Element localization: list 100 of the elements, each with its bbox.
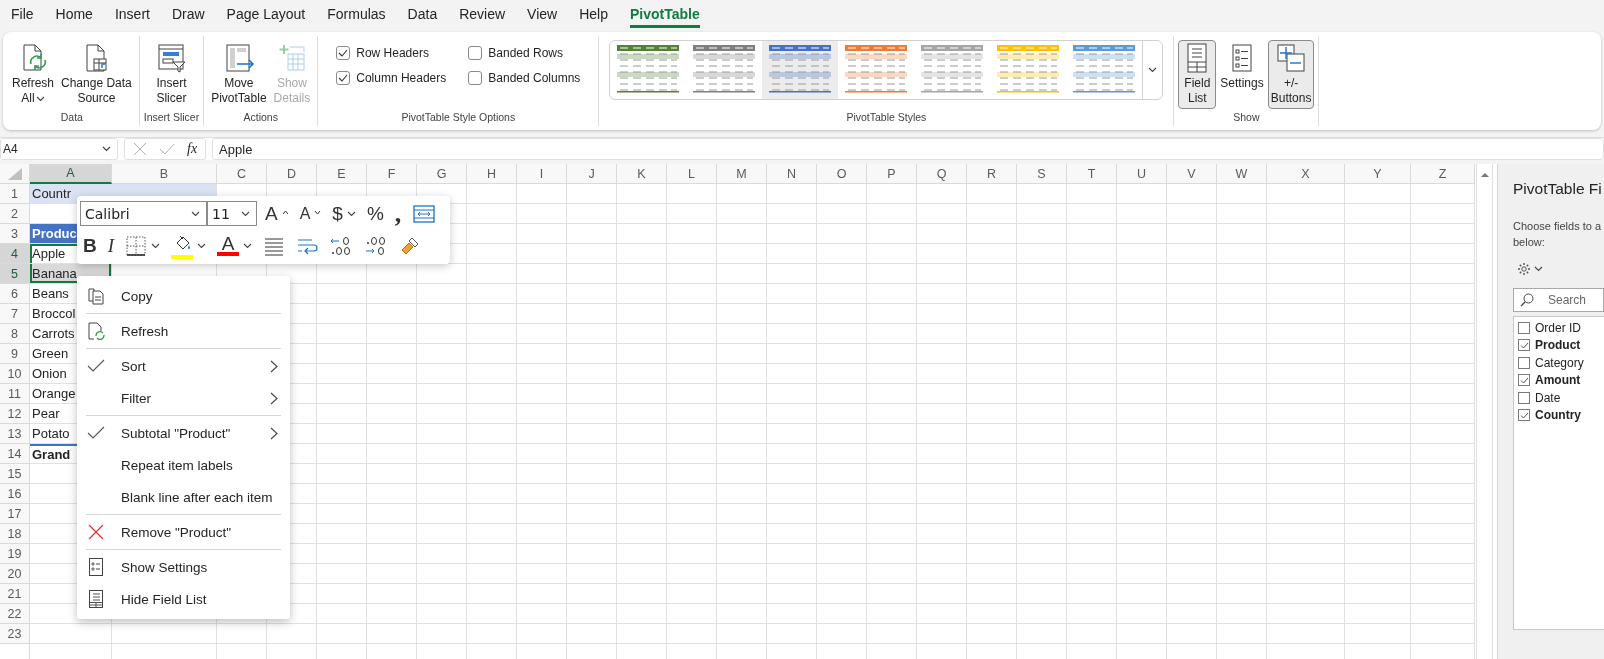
menu-item[interactable]: Refresh [77, 315, 290, 347]
menu-item[interactable]: Sort [77, 350, 290, 382]
row-header[interactable]: 2 [0, 204, 30, 224]
column-header[interactable]: Q [917, 164, 967, 184]
tools-button[interactable] [1517, 262, 1543, 276]
column-header[interactable]: P [867, 164, 917, 184]
option-checkbox[interactable]: Banded Columns [468, 65, 581, 90]
column-header[interactable]: L [667, 164, 717, 184]
field-item[interactable]: Product [1518, 336, 1581, 354]
row-header[interactable]: 12 [0, 404, 30, 424]
checkbox[interactable] [1518, 409, 1530, 422]
field-item[interactable]: Country [1518, 406, 1581, 424]
row-header[interactable]: 23 [0, 624, 30, 644]
column-header[interactable]: K [617, 164, 667, 184]
row-header[interactable]: 22 [0, 604, 30, 624]
column-header[interactable]: C [217, 164, 267, 184]
column-header[interactable]: H [467, 164, 517, 184]
search-field[interactable]: Search [1513, 288, 1604, 312]
row-header[interactable]: 3 [0, 224, 30, 244]
menu-item[interactable]: Show Settings [77, 551, 290, 583]
checkbox[interactable] [1518, 356, 1530, 369]
menu-tab[interactable]: Formulas [316, 0, 397, 28]
ribbon-button[interactable]: Insert Slicer [152, 40, 191, 109]
checkbox[interactable] [1518, 374, 1530, 387]
row-header[interactable]: 6 [0, 284, 30, 304]
field-item[interactable]: Amount [1518, 371, 1581, 389]
row-header[interactable]: 18 [0, 524, 30, 544]
ribbon-button[interactable]: Settings [1217, 40, 1267, 94]
row-header[interactable]: 9 [0, 344, 30, 364]
row-header[interactable]: 11 [0, 384, 30, 404]
menu-item[interactable]: Blank line after each item [77, 481, 290, 513]
ribbon-button[interactable]: +/- Buttons [1267, 40, 1315, 109]
row-header[interactable]: 7 [0, 304, 30, 324]
column-header[interactable]: F [367, 164, 417, 184]
option-checkbox[interactable]: Column Headers [336, 65, 447, 90]
column-header[interactable]: B [112, 164, 217, 184]
menu-item[interactable]: Hide Field List [77, 583, 290, 615]
column-header[interactable]: N [767, 164, 817, 184]
ribbon-button[interactable]: Refresh All [9, 40, 58, 109]
checkbox[interactable] [336, 45, 351, 60]
column-header[interactable]: J [567, 164, 617, 184]
column-header[interactable]: Y [1345, 164, 1411, 184]
row-header[interactable]: 17 [0, 504, 30, 524]
cancel-icon[interactable] [133, 142, 147, 156]
row-header[interactable]: 20 [0, 564, 30, 584]
checkbox[interactable] [468, 45, 483, 60]
row-header[interactable]: 21 [0, 584, 30, 604]
option-checkbox[interactable]: Banded Rows [468, 40, 581, 65]
column-header[interactable]: I [517, 164, 567, 184]
row-header[interactable]: 1 [0, 184, 30, 204]
menu-tab[interactable]: Review [448, 0, 517, 28]
insert-function-button[interactable]: fx [187, 141, 198, 157]
checkbox[interactable] [1518, 321, 1530, 334]
scroll-up-icon[interactable] [1480, 172, 1489, 178]
checkbox[interactable] [468, 70, 483, 85]
checkmark-icon[interactable] [159, 143, 175, 155]
column-header[interactable]: G [417, 164, 467, 184]
row-header[interactable]: 4 [0, 244, 30, 264]
column-header[interactable]: M [717, 164, 767, 184]
comma-style-button[interactable]: , [391, 201, 405, 226]
field-item[interactable]: Order ID [1518, 319, 1581, 337]
column-header[interactable]: S [1017, 164, 1067, 184]
menu-tab[interactable]: Home [44, 0, 104, 28]
menu-item[interactable]: Remove "Product" [77, 516, 290, 548]
menu-tab[interactable]: View [516, 0, 569, 28]
column-header[interactable]: R [967, 164, 1017, 184]
menu-tab[interactable]: Data [396, 0, 449, 28]
menu-tab[interactable]: Page Layout [215, 0, 317, 28]
vertical-scrollbar[interactable] [1476, 164, 1493, 659]
formula-field[interactable]: Apple [212, 138, 1604, 160]
ribbon-button[interactable]: Change Data Source [58, 40, 135, 109]
field-item[interactable]: Category [1518, 354, 1584, 372]
menu-tab[interactable]: Draw [160, 0, 216, 28]
font-color-button[interactable]: A [214, 233, 256, 258]
column-header[interactable]: V [1167, 164, 1217, 184]
font-name-field[interactable]: Calibri [80, 201, 207, 226]
column-header[interactable]: A [30, 164, 112, 184]
column-header[interactable]: D [267, 164, 317, 184]
currency-button[interactable]: $ [329, 201, 359, 226]
row-header[interactable]: 5 [0, 264, 30, 284]
percent-button[interactable]: % [363, 201, 387, 226]
name-box[interactable]: A4 [0, 138, 118, 160]
menu-item[interactable]: Filter [77, 382, 290, 414]
row-header[interactable]: 14 [0, 444, 30, 464]
menu-tab[interactable]: File [0, 0, 45, 28]
font-size-field[interactable]: 11 [207, 201, 257, 226]
column-header[interactable]: U [1117, 164, 1167, 184]
ribbon-button[interactable]: Move PivotTable [208, 40, 270, 109]
option-checkbox[interactable]: Row Headers [336, 40, 447, 65]
column-header[interactable]: W [1217, 164, 1267, 184]
column-header[interactable]: T [1067, 164, 1117, 184]
ribbon-button[interactable]: Field List [1178, 40, 1217, 109]
field-item[interactable]: Date [1518, 389, 1561, 407]
column-header[interactable]: X [1267, 164, 1345, 184]
menu-item[interactable]: Copy [77, 280, 290, 312]
grow-font-button[interactable]: A [262, 201, 292, 226]
column-header[interactable]: O [817, 164, 867, 184]
menu-tab[interactable]: Insert [103, 0, 161, 28]
row-header[interactable]: 8 [0, 324, 30, 344]
row-header[interactable]: 15 [0, 464, 30, 484]
